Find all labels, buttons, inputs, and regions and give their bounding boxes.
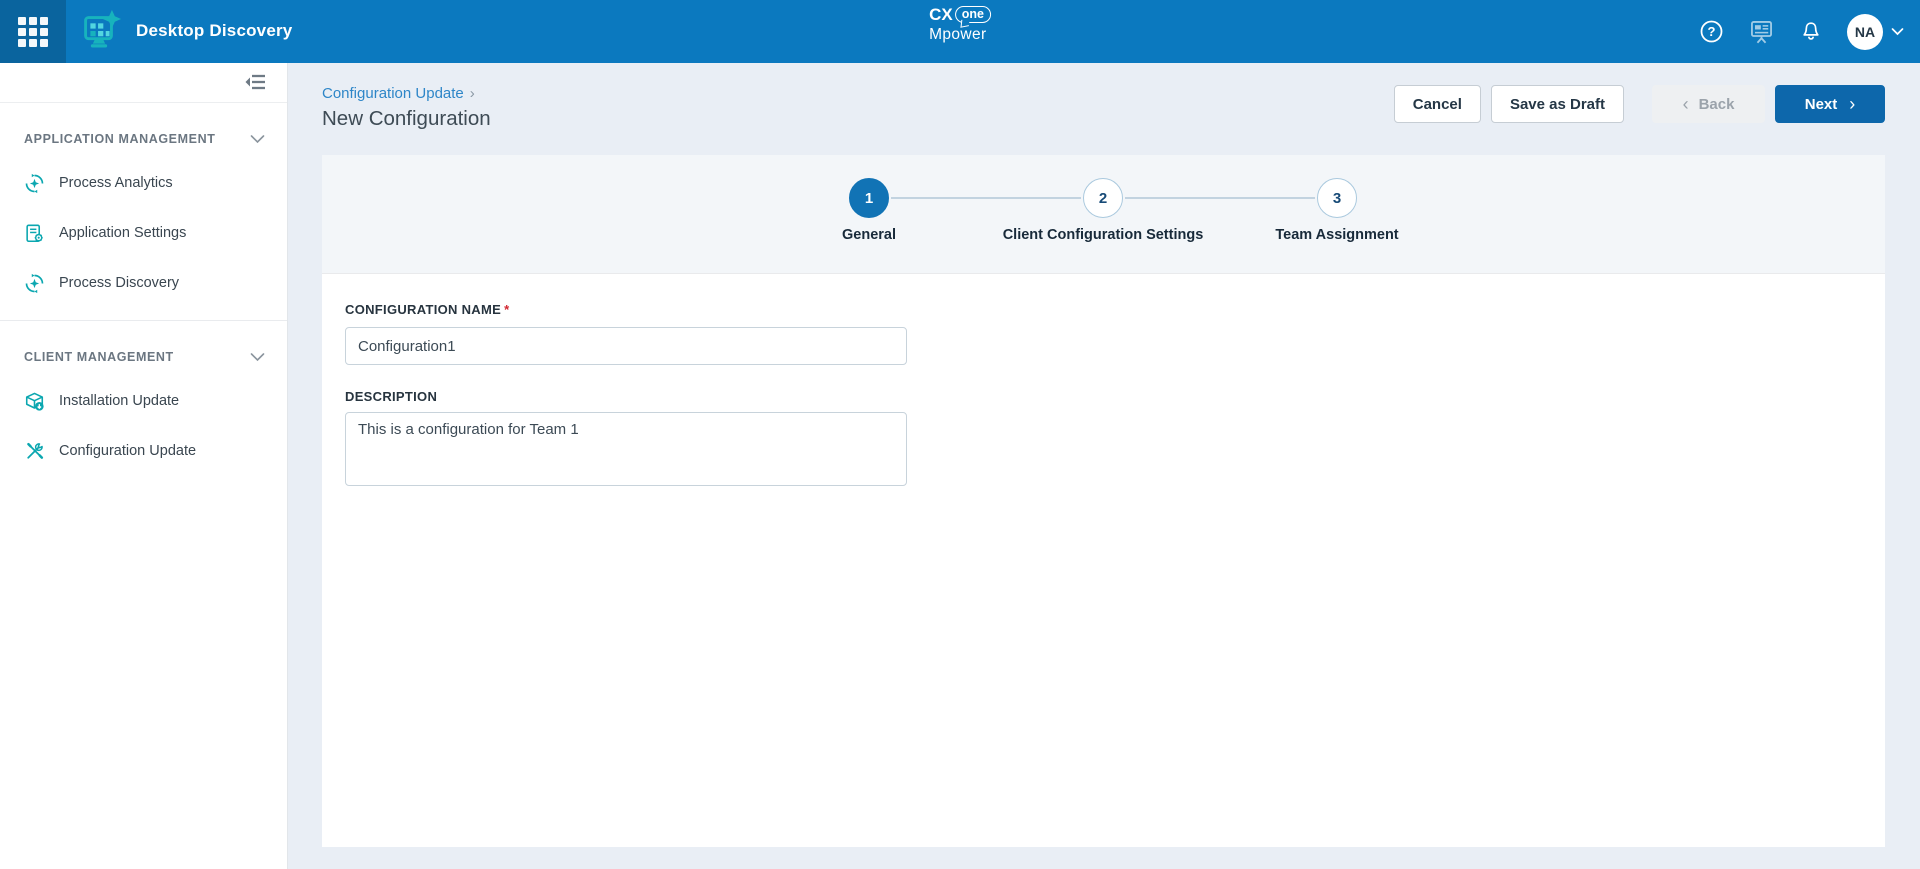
chevron-right-icon: › — [1849, 95, 1855, 113]
step-circle: 1 — [849, 178, 889, 218]
sidebar-section-client-management[interactable]: CLIENT MANAGEMENT — [0, 350, 287, 364]
desktop-discovery-icon — [76, 8, 122, 54]
sidebar-item-process-analytics[interactable]: Process Analytics — [0, 158, 287, 208]
app-launcher-button[interactable] — [0, 0, 66, 63]
step-label: Team Assignment — [1217, 227, 1457, 243]
breadcrumb[interactable]: Configuration Update › — [322, 85, 475, 102]
logo-mpower-text: Mpower — [929, 27, 991, 43]
sidebar-item-label: Configuration Update — [59, 443, 196, 459]
collapse-sidebar-button[interactable] — [243, 72, 267, 97]
next-label: Next — [1805, 96, 1838, 113]
description-textarea[interactable]: This is a configuration for Team 1 — [345, 412, 907, 486]
section-label: APPLICATION MANAGEMENT — [24, 132, 215, 146]
chevron-left-icon: ‹ — [1683, 95, 1689, 113]
sidebar-items-group: Process Analytics Application Settings — [0, 158, 287, 308]
sidebar-item-configuration-update[interactable]: Configuration Update — [0, 426, 287, 476]
installation-update-icon — [24, 391, 45, 412]
step-label: General — [749, 227, 989, 243]
bell-icon — [1799, 20, 1823, 44]
configuration-update-icon — [24, 441, 45, 462]
collapse-menu-icon — [243, 72, 267, 92]
app-title: Desktop Discovery — [136, 21, 292, 41]
sidebar-item-label: Application Settings — [59, 225, 186, 241]
back-label: Back — [1699, 96, 1735, 113]
chevron-down-icon — [1891, 27, 1904, 36]
cxone-mpower-logo: CXone Mpower — [929, 6, 991, 43]
required-asterisk: * — [504, 302, 509, 317]
sidebar: APPLICATION MANAGEMENT Process Analytics — [0, 63, 288, 869]
general-form: CONFIGURATION NAME* DESCRIPTION This is … — [322, 274, 1885, 486]
save-as-draft-button[interactable]: Save as Draft — [1491, 85, 1624, 123]
step-client-configuration-settings[interactable]: 2 Client Configuration Settings — [983, 155, 1223, 243]
step-circle: 3 — [1317, 178, 1357, 218]
chevron-down-icon — [250, 352, 265, 362]
process-analytics-icon — [24, 173, 45, 194]
step-circle: 2 — [1083, 178, 1123, 218]
cancel-button[interactable]: Cancel — [1394, 85, 1481, 123]
help-icon: ? — [1699, 19, 1724, 44]
chevron-down-icon — [250, 134, 265, 144]
back-button[interactable]: ‹ Back — [1652, 85, 1765, 123]
whats-new-button[interactable] — [1748, 18, 1775, 45]
configuration-name-label: CONFIGURATION NAME* — [345, 302, 509, 317]
main-content: Configuration Update› New Configuration … — [288, 63, 1920, 869]
presentation-board-icon — [1748, 18, 1775, 45]
sidebar-item-label: Installation Update — [59, 393, 179, 409]
header-buttons: Cancel Save as Draft ‹ Back Next › — [1394, 85, 1885, 123]
sidebar-item-installation-update[interactable]: Installation Update — [0, 376, 287, 426]
notifications-button[interactable] — [1799, 20, 1823, 44]
configuration-name-input[interactable] — [345, 327, 907, 365]
page-title: New Configuration — [322, 107, 491, 131]
application-settings-icon — [24, 223, 45, 244]
breadcrumb-separator: › — [470, 85, 475, 102]
app-brand: Desktop Discovery — [76, 7, 292, 55]
step-team-assignment[interactable]: 3 Team Assignment — [1217, 155, 1457, 243]
sidebar-items-group: Installation Update Configuration Update — [0, 376, 287, 476]
section-label: CLIENT MANAGEMENT — [24, 350, 174, 364]
navbar-actions: ? — [1699, 0, 1904, 63]
user-menu[interactable]: NA — [1847, 14, 1904, 50]
sidebar-item-process-discovery[interactable]: Process Discovery — [0, 258, 287, 308]
breadcrumb-link[interactable]: Configuration Update — [322, 85, 464, 102]
desktop-discovery-app: Desktop Discovery CXone Mpower ? — [0, 0, 1920, 869]
svg-text:?: ? — [1708, 24, 1716, 39]
wizard-card: 1 General 2 Client Configuration Setting… — [322, 155, 1885, 847]
sidebar-item-label: Process Discovery — [59, 275, 179, 291]
help-button[interactable]: ? — [1699, 19, 1724, 44]
step-label: Client Configuration Settings — [983, 227, 1223, 243]
top-navbar: Desktop Discovery CXone Mpower ? — [0, 0, 1920, 63]
waffle-grid-icon — [18, 17, 48, 47]
step-general[interactable]: 1 General — [749, 155, 989, 243]
logo-one-bubble: one — [955, 6, 991, 23]
sidebar-section-application-management[interactable]: APPLICATION MANAGEMENT — [0, 132, 287, 146]
process-discovery-icon — [24, 273, 45, 294]
sidebar-collapse-row — [0, 63, 287, 103]
description-label: DESCRIPTION — [345, 389, 1885, 404]
avatar: NA — [1847, 14, 1883, 50]
wizard-stepper: 1 General 2 Client Configuration Setting… — [322, 155, 1885, 274]
logo-cx-text: CX — [929, 6, 953, 24]
next-button[interactable]: Next › — [1775, 85, 1885, 123]
sidebar-item-application-settings[interactable]: Application Settings — [0, 208, 287, 258]
sidebar-divider — [0, 320, 287, 321]
sidebar-item-label: Process Analytics — [59, 175, 173, 191]
